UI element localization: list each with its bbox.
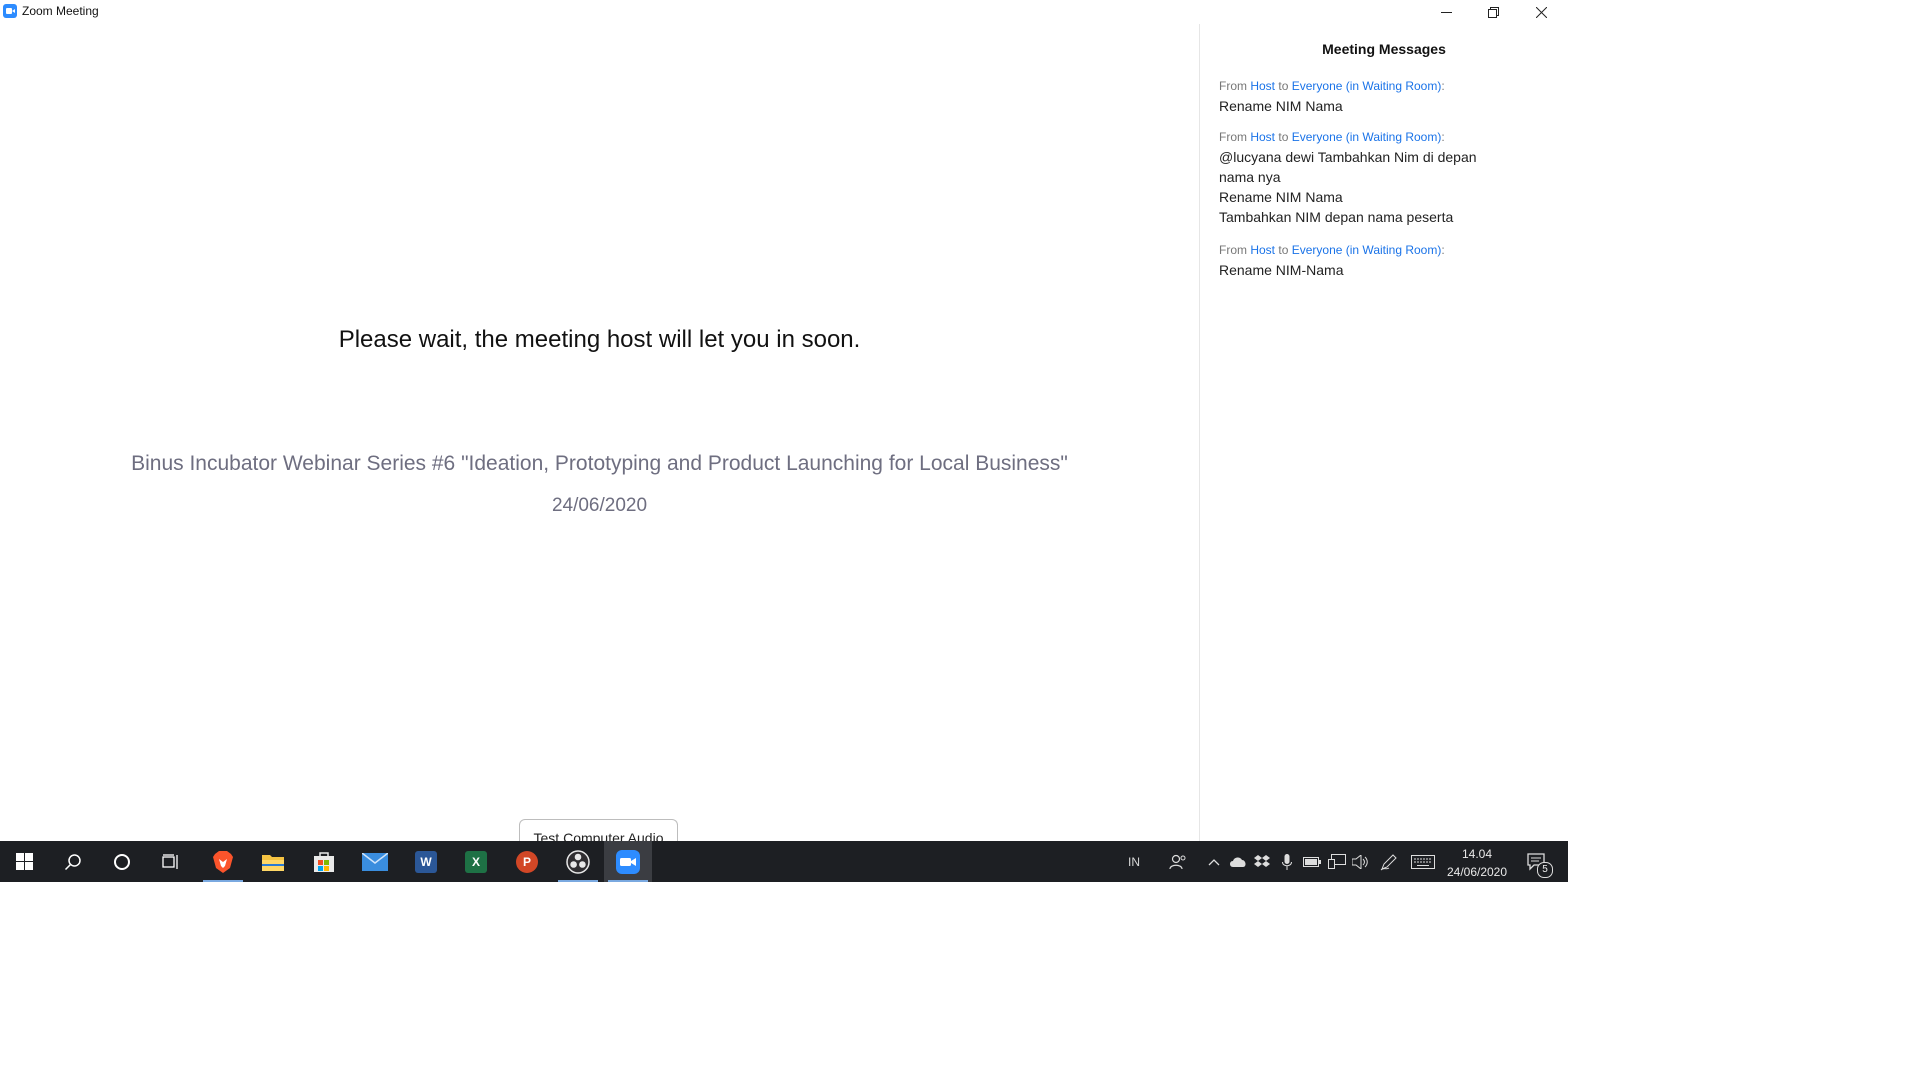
cortana-button[interactable]: [98, 841, 146, 882]
brave-icon: [213, 850, 233, 873]
message-text: Rename NIM-Nama: [1219, 262, 1344, 278]
close-button[interactable]: [1518, 0, 1564, 24]
taskbar: W X P IN 14.04 24/06/2020 5: [0, 841, 1568, 882]
mail-icon: [362, 852, 388, 871]
from-label: From: [1219, 79, 1247, 93]
recipient-link[interactable]: Everyone (in Waiting Room): [1292, 79, 1442, 93]
message-text: Rename NIM Nama: [1219, 98, 1343, 114]
to-label: to: [1278, 79, 1289, 93]
keyboard-icon: [1411, 854, 1435, 869]
notification-count-badge: 5: [1537, 862, 1553, 878]
sender-link[interactable]: Host: [1250, 79, 1275, 93]
store-icon: [314, 851, 334, 872]
network-tray[interactable]: [1326, 841, 1348, 882]
file-explorer-app[interactable]: [249, 841, 297, 882]
message-text: nama nya: [1219, 169, 1281, 185]
windows-icon: [15, 853, 33, 870]
folder-icon: [262, 854, 284, 871]
volume-tray[interactable]: [1350, 841, 1372, 882]
running-indicator: [203, 880, 243, 882]
meeting-topic: Binus Incubator Webinar Series #6 "Ideat…: [131, 452, 1068, 475]
brave-app[interactable]: [199, 841, 247, 882]
language-indicator[interactable]: IN: [1120, 841, 1148, 882]
waiting-room-area: Please wait, the meeting host will let y…: [0, 24, 1199, 849]
task-view-icon: [162, 853, 178, 869]
store-app[interactable]: [300, 841, 348, 882]
excel-app[interactable]: X: [452, 841, 500, 882]
microphone-icon: [1282, 853, 1292, 870]
close-icon: [1535, 6, 1547, 18]
meeting-date: 24/06/2020: [551, 495, 648, 516]
message-text: Rename NIM Nama: [1219, 189, 1343, 205]
running-indicator: [558, 880, 598, 882]
microphone-tray[interactable]: [1276, 841, 1298, 882]
sender-link[interactable]: Host: [1250, 130, 1275, 144]
excel-icon: X: [465, 850, 487, 873]
people-button[interactable]: [1164, 841, 1192, 882]
message-item: From Host to Everyone (in Waiting Room):…: [1219, 130, 1519, 227]
pen-workspace-tray[interactable]: [1378, 841, 1400, 882]
waiting-message: Please wait, the meeting host will let y…: [338, 326, 861, 353]
restore-button[interactable]: [1470, 0, 1516, 24]
zoom-app[interactable]: [604, 841, 652, 882]
start-button[interactable]: [0, 841, 48, 882]
action-center-button[interactable]: 5: [1522, 841, 1553, 882]
message-header: From Host to Everyone (in Waiting Room):: [1219, 243, 1519, 257]
running-indicator: [608, 880, 648, 882]
from-label: From: [1219, 243, 1247, 257]
header-colon: :: [1441, 79, 1445, 93]
chevron-up-icon: [1208, 858, 1220, 865]
restore-icon: [1487, 6, 1499, 18]
header-colon: :: [1441, 243, 1445, 257]
mail-app[interactable]: [351, 841, 399, 882]
meeting-messages-panel: Meeting Messages From Host to Everyone (…: [1200, 24, 1568, 841]
task-view-button[interactable]: [147, 841, 195, 882]
dropbox-tray[interactable]: [1251, 841, 1273, 882]
touch-keyboard-tray[interactable]: [1408, 841, 1438, 882]
pen-icon: [1380, 853, 1397, 870]
minimize-button[interactable]: [1423, 0, 1469, 24]
recipient-link[interactable]: Everyone (in Waiting Room): [1292, 130, 1442, 144]
message-text: Tambahkan NIM depan nama peserta: [1219, 209, 1454, 225]
dropbox-icon: [1254, 854, 1270, 867]
system-clock[interactable]: 14.04 24/06/2020: [1435, 845, 1519, 881]
onedrive-tray[interactable]: [1227, 841, 1249, 882]
zoom-icon: [616, 849, 640, 874]
cortana-icon: [114, 853, 130, 870]
window-title: Zoom Meeting: [22, 4, 99, 18]
zoom-icon: [3, 4, 17, 18]
message-header: From Host to Everyone (in Waiting Room):: [1219, 130, 1519, 144]
clock-time: 14.04: [1461, 847, 1493, 861]
network-icon: [1328, 853, 1346, 869]
title-bar: Zoom Meeting: [0, 0, 1568, 24]
speaker-icon: [1352, 854, 1368, 869]
header-colon: :: [1441, 130, 1445, 144]
cloud-icon: [1230, 856, 1246, 867]
search-button[interactable]: [49, 841, 97, 882]
battery-icon: [1303, 856, 1321, 867]
message-text: @lucyana dewi Tambahkan Nim di depan: [1219, 149, 1477, 165]
minimize-icon: [1440, 11, 1452, 13]
sender-link[interactable]: Host: [1250, 243, 1275, 257]
panel-title: Meeting Messages: [1322, 41, 1446, 57]
message-item: From Host to Everyone (in Waiting Room):…: [1219, 243, 1519, 280]
word-app[interactable]: W: [402, 841, 450, 882]
obs-app[interactable]: [554, 841, 602, 882]
from-label: From: [1219, 130, 1247, 144]
recipient-link[interactable]: Everyone (in Waiting Room): [1292, 243, 1442, 257]
people-icon: [1169, 854, 1186, 869]
to-label: to: [1278, 130, 1289, 144]
message-header: From Host to Everyone (in Waiting Room):: [1219, 79, 1519, 93]
search-icon: [64, 853, 81, 870]
obs-icon: [566, 849, 590, 874]
battery-tray[interactable]: [1300, 841, 1324, 882]
clock-date: 24/06/2020: [1446, 865, 1508, 879]
show-hidden-icons-button[interactable]: [1203, 841, 1225, 882]
powerpoint-icon: P: [516, 850, 538, 873]
message-item: From Host to Everyone (in Waiting Room):…: [1219, 79, 1519, 116]
word-icon: W: [415, 850, 437, 873]
powerpoint-app[interactable]: P: [503, 841, 551, 882]
to-label: to: [1278, 243, 1289, 257]
